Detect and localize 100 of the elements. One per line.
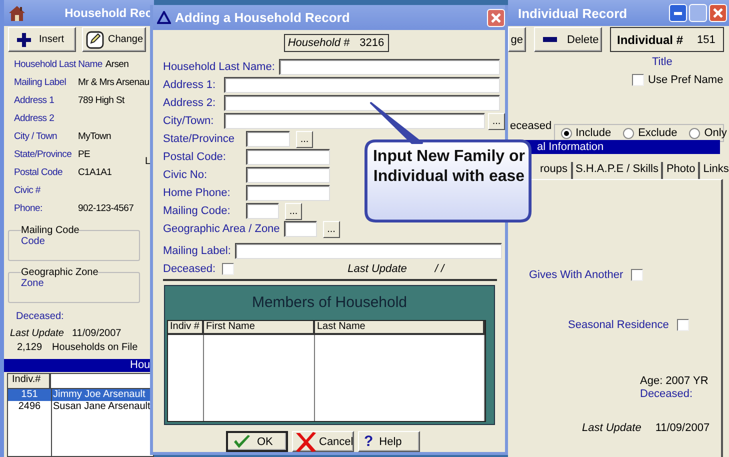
field-value: 789 High St [78, 94, 124, 106]
last-update-label: Last Update [582, 422, 642, 434]
tab[interactable]: Photo [663, 162, 700, 179]
input-field[interactable] [224, 113, 485, 129]
radio-button[interactable] [623, 128, 634, 138]
delete-button[interactable]: Delete [534, 27, 602, 52]
field-label: Civic No: [163, 169, 208, 181]
field-label: Phone: [14, 202, 44, 214]
column-header: Last Name [315, 321, 485, 335]
checkbox-label: Seasonal Residence [568, 319, 669, 331]
deceased-label: Deceased: [640, 388, 694, 400]
tab[interactable]: Links [700, 162, 729, 179]
tab[interactable]: roups [537, 162, 573, 179]
ok-button[interactable]: OK [226, 431, 288, 452]
household-count: 2,129 [17, 342, 42, 355]
cross-icon [295, 432, 317, 452]
field-value: 902-123-4567 [78, 202, 134, 214]
last-update-label: Last Update [10, 328, 64, 338]
field-label: City/Town: [163, 115, 215, 127]
field-label: State/Province [14, 148, 73, 160]
radio-button[interactable] [560, 128, 572, 138]
use-pref-name-checkbox[interactable] [632, 74, 644, 86]
checkbox-label: Use Pref Name [648, 74, 724, 86]
household-count-label: Households on File [52, 342, 138, 355]
pencil-icon [86, 30, 104, 48]
input-field[interactable] [246, 149, 330, 165]
field-value: MyTown [78, 130, 112, 142]
cancel-button[interactable]: Cancel [292, 431, 354, 452]
input-field[interactable] [278, 59, 500, 75]
minus-icon [543, 37, 557, 42]
field-label: Mailing Label [14, 76, 68, 88]
close-icon [713, 8, 723, 18]
column-header: Indiv.# [8, 374, 51, 388]
field-label: Address 2: [163, 97, 217, 109]
change-button[interactable]: ge [508, 27, 526, 52]
radio-label: Only [704, 127, 727, 139]
plus-icon [17, 32, 31, 46]
checkbox-label: Gives With Another [529, 269, 624, 281]
input-field[interactable] [246, 131, 290, 147]
deceased-filter-label: eceased [510, 120, 552, 132]
change-button[interactable]: Change [82, 27, 146, 52]
individual-number-label: Individual # [617, 32, 684, 46]
field-label: Postal Code [14, 166, 64, 178]
radio-label: Exclude [638, 127, 678, 139]
close-icon [491, 12, 501, 22]
input-field[interactable] [224, 95, 500, 111]
group-title: Mailing Code [21, 225, 80, 236]
radio-label: Include [576, 127, 612, 139]
field-label: State/Province [163, 133, 236, 145]
minimize-icon [674, 12, 682, 14]
last-update-value: 11/09/2007 [655, 422, 710, 434]
table-cell-text: 2496 [17, 401, 42, 413]
browse-button[interactable]: ... [296, 130, 313, 148]
group-title: Geographic Zone [21, 267, 98, 278]
member-row[interactable]: 2496 Susan Jane Arsenault [8, 401, 153, 413]
triangle-icon [157, 11, 171, 24]
field-label: Postal Code: [163, 151, 227, 163]
column-header: Indiv # [168, 321, 204, 335]
last-update-label: Last Update [348, 263, 407, 275]
field-label: Address 1 [14, 94, 56, 106]
insert-button[interactable]: Insert [8, 27, 76, 52]
field-value: C1A1A1 [78, 166, 112, 178]
checkbox[interactable] [676, 319, 689, 331]
table-cell-text: 151 [20, 389, 39, 401]
close-button[interactable] [487, 8, 505, 26]
field-value: Mr & Mrs Arsenau [78, 76, 150, 88]
minimize-button[interactable] [669, 4, 687, 22]
deceased-label: Deceased: [16, 311, 65, 322]
tab[interactable]: S.H.A.P.E / Skills [572, 162, 664, 179]
input-field[interactable] [246, 185, 330, 201]
member-row[interactable]: 151 Jimmy Joe Arsenault [8, 389, 153, 401]
field-label: Civic # [14, 184, 42, 196]
input-field[interactable] [246, 203, 279, 219]
table-cell-text: Jimmy Joe Arsenault [52, 389, 146, 401]
house-icon [8, 4, 26, 22]
input-field[interactable] [284, 221, 317, 237]
input-field[interactable] [246, 167, 330, 183]
field-label: Address 1: [163, 79, 217, 91]
browse-button[interactable]: ... [285, 202, 302, 220]
last-update-value: / / [434, 263, 444, 275]
title-label: Title [652, 56, 674, 68]
field-label: Address 2 [14, 112, 56, 124]
deceased-checkbox[interactable] [222, 263, 234, 275]
window-title: Individual Record [518, 6, 628, 20]
checkbox[interactable] [631, 269, 644, 281]
individual-number: 151 [697, 34, 716, 46]
input-field[interactable] [224, 77, 500, 93]
browse-button[interactable]: ... [322, 220, 340, 238]
close-button[interactable] [709, 4, 727, 22]
input-field[interactable] [235, 243, 502, 259]
help-button[interactable]: ? Help [358, 431, 420, 452]
age-text: Age: 2007 YR [640, 375, 710, 387]
browse-button[interactable]: ... [488, 112, 505, 130]
members-title: Members of Household [250, 293, 408, 313]
radio-button[interactable] [689, 128, 700, 138]
household-number: 3216 [360, 37, 384, 49]
field-value: Arsen [105, 58, 129, 70]
dialog-title: Adding a Household Record [175, 10, 350, 25]
household-number-label: Household # [288, 37, 350, 49]
group-value: Code [21, 236, 45, 247]
